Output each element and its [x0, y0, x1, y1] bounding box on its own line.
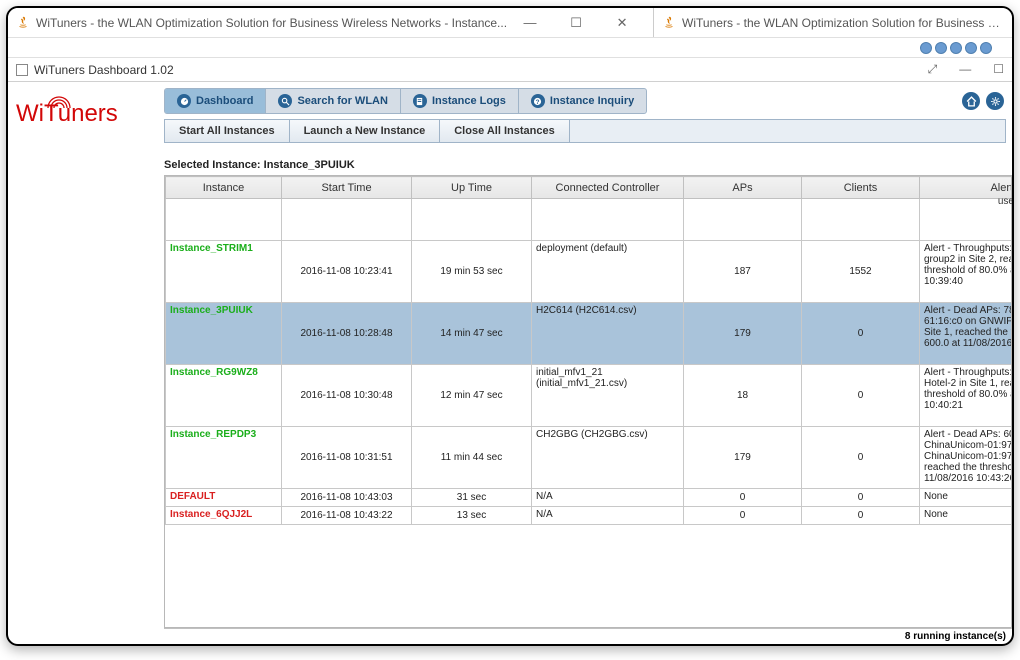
- col-clients[interactable]: Clients: [802, 177, 920, 199]
- os-titlebar: WiTuners - the WLAN Optimization Solutio…: [8, 8, 1012, 38]
- tab-label: Search for WLAN: [297, 95, 387, 107]
- selected-instance-label: Selected Instance: Instance_3PUIUK: [164, 159, 1012, 171]
- window-title-right: WiTuners - the WLAN Optimization Solutio…: [682, 16, 1004, 30]
- col-up-time[interactable]: Up Time: [412, 177, 532, 199]
- close-all-button[interactable]: Close All Instances: [440, 120, 569, 142]
- col-aps[interactable]: APs: [684, 177, 802, 199]
- dashboard-icon: [177, 94, 191, 108]
- use-label: use: [998, 196, 1012, 207]
- table-row[interactable]: Instance_3PUIUK2016-11-08 10:28:4814 min…: [166, 303, 1013, 365]
- action-button-row: Start All Instances Launch a New Instanc…: [164, 119, 1006, 143]
- tab-instance-inquiry[interactable]: ? Instance Inquiry: [519, 89, 646, 113]
- app-titlebar: WiTuners Dashboard 1.02 ⤢ — ☐: [8, 58, 1012, 82]
- tab-label: Instance Logs: [432, 95, 506, 107]
- dot-icon[interactable]: [980, 42, 992, 54]
- table-row[interactable]: Instance_REPDP32016-11-08 10:31:5111 min…: [166, 427, 1013, 489]
- col-start-time[interactable]: Start Time: [282, 177, 412, 199]
- secondary-bar: [8, 38, 1012, 58]
- tab-bar: Dashboard Search for WLAN Instance Logs …: [164, 88, 647, 114]
- settings-button[interactable]: [986, 92, 1004, 110]
- java-icon: [16, 16, 30, 30]
- tab-label: Dashboard: [196, 95, 253, 107]
- svg-text:?: ?: [536, 98, 540, 105]
- java-icon: [662, 16, 676, 30]
- app-maximize-icon[interactable]: ☐: [993, 62, 1004, 77]
- tab-instance-logs[interactable]: Instance Logs: [401, 89, 519, 113]
- start-all-button[interactable]: Start All Instances: [165, 120, 290, 142]
- app-restore-icon[interactable]: ⤢: [928, 62, 938, 77]
- col-instance[interactable]: Instance: [166, 177, 282, 199]
- app-title: WiTuners Dashboard 1.02: [34, 63, 174, 77]
- dot-icon[interactable]: [920, 42, 932, 54]
- table-row[interactable]: Instance_STRIM12016-11-08 10:23:4119 min…: [166, 241, 1013, 303]
- dot-icon[interactable]: [965, 42, 977, 54]
- table-row[interactable]: Instance_6QJJ2L2016-11-08 10:43:2213 sec…: [166, 507, 1013, 525]
- search-icon: [278, 94, 292, 108]
- col-controller[interactable]: Connected Controller: [532, 177, 684, 199]
- tab-dashboard[interactable]: Dashboard: [165, 89, 266, 113]
- minimize-button[interactable]: —: [507, 8, 553, 38]
- app-minimize-icon[interactable]: —: [959, 62, 971, 77]
- dot-icon[interactable]: [935, 42, 947, 54]
- status-bar: 8 running instance(s): [164, 628, 1012, 644]
- close-button[interactable]: ✕: [599, 8, 645, 38]
- maximize-button[interactable]: ☐: [553, 8, 599, 38]
- table-row[interactable]: DEFAULT2016-11-08 10:43:0331 secN/A00Non…: [166, 489, 1013, 507]
- tab-search-wlan[interactable]: Search for WLAN: [266, 89, 400, 113]
- tab-label: Instance Inquiry: [550, 95, 634, 107]
- home-button[interactable]: [962, 92, 980, 110]
- logo: WiTuners: [16, 100, 156, 128]
- dot-icon[interactable]: [950, 42, 962, 54]
- table-row[interactable]: Instance_RG9WZ82016-11-08 10:30:4812 min…: [166, 365, 1013, 427]
- inquiry-icon: ?: [531, 94, 545, 108]
- app-icon: [16, 64, 28, 76]
- window-title-left: WiTuners - the WLAN Optimization Solutio…: [36, 16, 507, 30]
- launch-new-button[interactable]: Launch a New Instance: [290, 120, 441, 142]
- table-row[interactable]: [166, 199, 1013, 241]
- instances-table: Instance Start Time Up Time Connected Co…: [165, 176, 1012, 525]
- logs-icon: [413, 94, 427, 108]
